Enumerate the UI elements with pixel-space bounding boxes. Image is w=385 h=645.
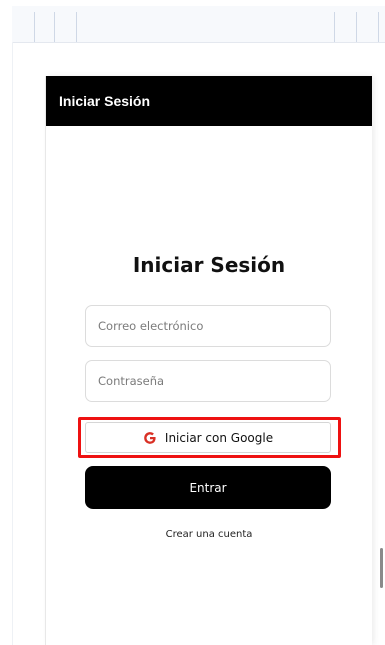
screen: Iniciar Sesión Iniciar Sesión Iniciar co… (0, 0, 385, 645)
email-field[interactable] (85, 305, 331, 347)
password-field[interactable] (85, 360, 331, 402)
column-divider (378, 12, 379, 42)
column-divider (34, 12, 35, 42)
app-bar-title: Iniciar Sesión (59, 93, 151, 109)
create-account-link[interactable]: Crear una cuenta (46, 529, 372, 540)
page-title: Iniciar Sesión (132, 253, 286, 277)
app-frame: Iniciar Sesión Iniciar Sesión Iniciar co… (46, 76, 372, 645)
column-divider (76, 12, 77, 42)
google-button-label: Iniciar con Google (164, 430, 274, 445)
google-sign-in-button[interactable]: Iniciar con Google (85, 422, 331, 453)
column-divider (334, 12, 335, 42)
google-g-icon (143, 431, 157, 445)
app-bar: Iniciar Sesión (46, 76, 372, 126)
left-rail (12, 42, 13, 645)
submit-button[interactable]: Entrar (85, 466, 331, 509)
column-divider (356, 12, 357, 42)
top-toolbar-strip (12, 6, 385, 43)
scrollbar-thumb[interactable] (380, 548, 383, 588)
column-divider (54, 12, 55, 42)
